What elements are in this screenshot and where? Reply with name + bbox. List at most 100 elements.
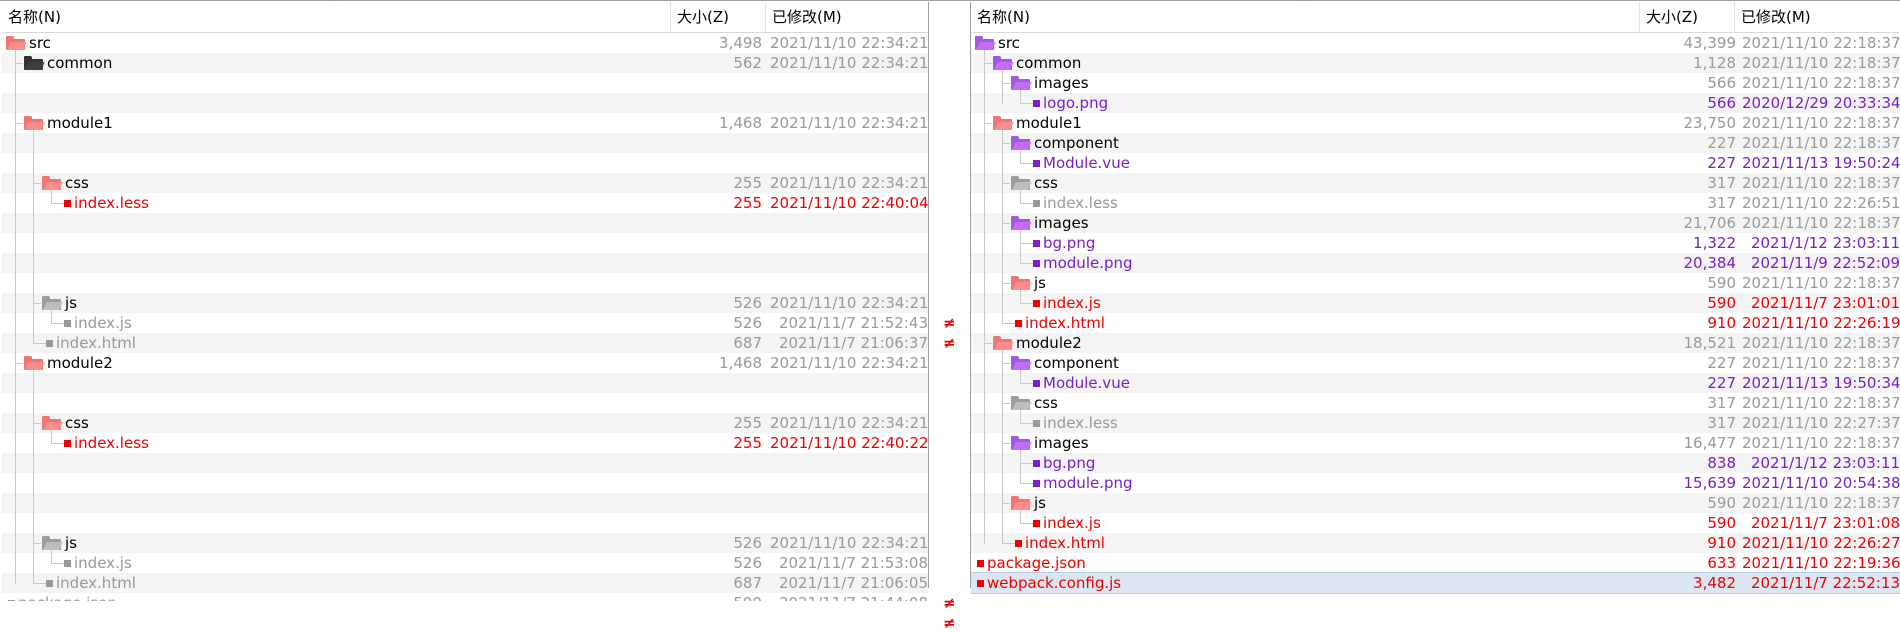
file-name[interactable]: Module.vue [1043,373,1130,393]
file-name[interactable]: index.less [74,193,149,213]
file-name[interactable]: webpack.config.js [987,573,1121,593]
folder-name[interactable]: module1 [47,113,113,133]
folder-row[interactable]: module1 23,750 2021/11/10 22:18:37 [971,113,1900,133]
folder-name[interactable]: src [29,33,51,53]
tree-branch-line [984,63,992,64]
folder-name[interactable]: js [1034,273,1046,293]
file-name[interactable]: index.js [74,313,132,333]
file-row[interactable]: Module.vue 227 2021/11/13 19:50:24 [971,153,1900,173]
folder-name[interactable]: js [65,533,77,553]
folder-row[interactable]: images 16,477 2021/11/10 22:18:37 [971,433,1900,453]
folder-row[interactable]: js 590 2021/11/10 22:18:37 [971,273,1900,293]
column-modified-header[interactable]: 已修改(M) [1734,2,1900,32]
column-modified-header[interactable]: 已修改(M) [765,2,928,32]
file-row[interactable]: module.png 20,384 2021/11/9 22:52:09 [971,253,1900,273]
file-row[interactable]: Module.vue 227 2021/11/13 19:50:34 [971,373,1900,393]
folder-name[interactable]: component [1034,353,1119,373]
file-name[interactable]: index.html [56,333,136,353]
folder-name[interactable]: src [998,33,1020,53]
file-name[interactable]: index.less [1043,193,1118,213]
file-row[interactable]: index.js 526 2021/11/7 21:52:43 [2,313,928,333]
file-name[interactable]: index.html [56,573,136,593]
file-name[interactable]: index.js [74,553,132,573]
file-name[interactable]: bg.png [1043,453,1095,473]
folder-row[interactable]: src 43,399 2021/11/10 22:18:37 [971,33,1900,53]
folder-name[interactable]: css [1034,173,1058,193]
modified-cell: 2021/11/10 22:40:22 [770,434,928,452]
file-row[interactable]: index.less 317 2021/11/10 22:27:37 [971,413,1900,433]
file-name[interactable]: index.less [1043,413,1118,433]
folder-row[interactable]: src 3,498 2021/11/10 22:34:21 [2,33,928,53]
folder-name[interactable]: common [1016,53,1081,73]
folder-row[interactable]: js 526 2021/11/10 22:34:21 [2,533,928,553]
file-row[interactable]: index.less 255 2021/11/10 22:40:22 [2,433,928,453]
file-row[interactable]: package.json 599 2021/11/7 21:44:08 [2,593,928,601]
empty-row [2,253,928,273]
file-row[interactable]: index.js 590 2021/11/7 23:01:01 [971,293,1900,313]
file-row[interactable]: package.json 633 2021/11/10 22:19:36 [971,553,1900,573]
file-row[interactable]: logo.png 566 2020/12/29 20:33:34 [971,93,1900,113]
file-row[interactable]: index.html 687 2021/11/7 21:06:37 [2,333,928,353]
folder-row[interactable]: module1 1,468 2021/11/10 22:34:21 [2,113,928,133]
column-size-header[interactable]: 大小(Z) [670,2,765,32]
folder-name[interactable]: module1 [1016,113,1082,133]
file-row[interactable]: bg.png 838 2021/1/12 23:03:11 [971,453,1900,473]
folder-row[interactable]: common 1,128 2021/11/10 22:18:37 [971,53,1900,73]
folder-row[interactable]: css 317 2021/11/10 22:18:37 [971,173,1900,193]
folder-name[interactable]: css [1034,393,1058,413]
folder-name[interactable]: module2 [1016,333,1082,353]
left-folder-pane[interactable]: 名称(N) ⌃ 大小(Z) 已修改(M) src 3,498 2021/11/10 … [2,2,928,601]
size-cell: 255 [733,434,762,452]
tree-branch-line [1002,543,1015,544]
folder-row[interactable]: js 590 2021/11/10 22:18:37 [971,493,1900,513]
file-name[interactable]: Module.vue [1043,153,1130,173]
file-row[interactable]: index.js 526 2021/11/7 21:53:08 [2,553,928,573]
file-row[interactable]: module.png 15,639 2021/11/10 20:54:38 [971,473,1900,493]
file-name[interactable]: module.png [1043,473,1133,493]
file-name[interactable]: package.json [18,593,117,601]
file-name[interactable]: package.json [987,553,1086,573]
folder-row[interactable]: component 227 2021/11/10 22:18:37 [971,133,1900,153]
folder-row[interactable]: component 227 2021/11/10 22:18:37 [971,353,1900,373]
file-row[interactable]: index.less 255 2021/11/10 22:40:04 [2,193,928,213]
folder-name[interactable]: images [1034,433,1089,453]
file-row[interactable]: index.js 590 2021/11/7 23:01:08 [971,513,1900,533]
folder-row[interactable]: js 526 2021/11/10 22:34:21 [2,293,928,313]
folder-row[interactable]: common 562 2021/11/10 22:34:21 [2,53,928,73]
file-name[interactable]: index.html [1025,533,1105,553]
folder-row[interactable]: css 255 2021/11/10 22:34:21 [2,173,928,193]
file-icon [64,320,71,327]
folder-name[interactable]: js [65,293,77,313]
folder-row[interactable]: module2 18,521 2021/11/10 22:18:37 [971,333,1900,353]
folder-name[interactable]: css [65,413,89,433]
folder-name[interactable]: component [1034,133,1119,153]
file-name[interactable]: module.png [1043,253,1133,273]
file-row[interactable]: bg.png 1,322 2021/1/12 23:03:11 [971,233,1900,253]
folder-name[interactable]: common [47,53,112,73]
file-name[interactable]: index.less [74,433,149,453]
file-name[interactable]: index.html [1025,313,1105,333]
folder-name[interactable]: module2 [47,353,113,373]
folder-name[interactable]: images [1034,213,1089,233]
file-row[interactable]: index.html 910 2021/11/10 22:26:19 [971,313,1900,333]
file-name[interactable]: index.js [1043,293,1101,313]
folder-row[interactable]: module2 1,468 2021/11/10 22:34:21 [2,353,928,373]
file-icon [64,440,71,447]
folder-row[interactable]: images 566 2021/11/10 22:18:37 [971,73,1900,93]
file-row[interactable]: index.less 317 2021/11/10 22:26:51 [971,193,1900,213]
file-row[interactable]: webpack.config.js 3,482 2021/11/7 22:52:13 [971,572,1900,594]
folder-row[interactable]: css 317 2021/11/10 22:18:37 [971,393,1900,413]
file-row[interactable]: index.html 687 2021/11/7 21:06:05 [2,573,928,593]
column-size-header[interactable]: 大小(Z) [1639,2,1734,32]
folder-name[interactable]: css [65,173,89,193]
file-row[interactable]: index.html 910 2021/11/10 22:26:27 [971,533,1900,553]
folder-row[interactable]: css 255 2021/11/10 22:34:21 [2,413,928,433]
file-name[interactable]: logo.png [1043,93,1108,113]
folder-name[interactable]: js [1034,493,1046,513]
right-folder-pane[interactable]: 名称(N) ⌃ 大小(Z) 已修改(M) src 43,399 2021/11/10… [971,2,1900,601]
file-name[interactable]: index.js [1043,513,1101,533]
folder-row[interactable]: images 21,706 2021/11/10 22:18:37 [971,213,1900,233]
folder-name[interactable]: images [1034,73,1089,93]
file-name[interactable]: bg.png [1043,233,1095,253]
left-file-list: src 3,498 2021/11/10 22:34:21 common 562 2021… [2,33,928,601]
